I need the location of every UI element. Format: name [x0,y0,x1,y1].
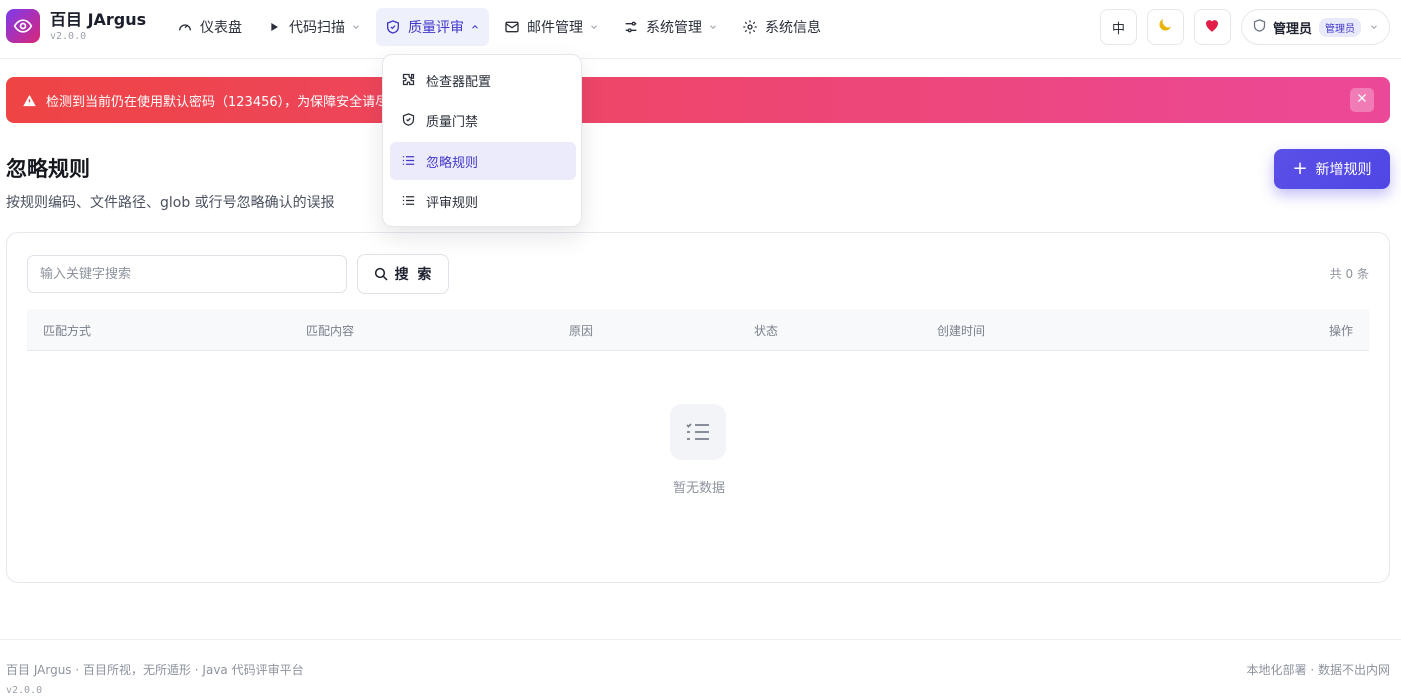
chevron-down-icon [351,22,361,32]
column-header: 操作 [1328,324,1353,338]
menu-item-label: 忽略规则 [426,155,479,171]
user-menu[interactable]: 管理员 管理员 [1240,9,1390,45]
shield-icon [401,112,417,128]
column-header: 原因 [569,324,594,338]
page-title: 忽略规则 [6,157,90,181]
nav-mail-mgmt-label: 邮件管理 [527,20,583,36]
gauge-icon [177,19,193,35]
list-icon [401,153,417,169]
footer-divider [0,639,1401,640]
heart-icon [1203,16,1221,38]
puzzle-icon [401,72,417,88]
quality-review-dropdown: 检查器配置 质量门禁 忽略规则 评审规则 [382,54,582,227]
column-header: 状态 [754,324,779,338]
column-header: 匹配方式 [43,324,92,338]
menu-item-label: 质量门禁 [426,114,479,130]
eye-logo-icon [6,9,40,43]
list-icon [401,193,417,209]
nav-quality-review-label: 质量评审 [408,20,464,36]
column-header: 匹配内容 [306,324,355,338]
nav-system-mgmt-label: 系统管理 [646,20,702,36]
footer-right-text: 本地化部署 · 数据不出内网 [1246,663,1390,677]
sliders-icon [623,19,639,35]
brand-version: v2.0.0 [50,30,87,42]
chevron-down-icon [589,22,599,32]
top-header: 百目 JArgus v2.0.0 仪表盘 代码扫描 质量评审 邮件管理 系统管理… [0,0,1401,59]
play-icon [266,19,282,35]
language-label: 中 [1111,21,1125,37]
nav-system-mgmt[interactable]: 系统管理 [614,8,727,46]
nav-quality-review[interactable]: 质量评审 [376,8,489,46]
shield-icon [385,19,401,35]
shield-icon [1252,18,1267,37]
user-name: 管理员 [1272,21,1312,37]
chevron-up-icon [470,22,480,32]
menu-item-ignore-rules[interactable]: 忽略规则 [390,142,576,180]
theme-toggle-button[interactable] [1146,9,1184,45]
gear-icon [742,19,758,35]
empty-list-icon [670,404,726,460]
menu-item-checker-config[interactable]: 检查器配置 [390,61,576,99]
alert-text: 检测到当前仍在使用默认密码（123456），为保障安全请尽 [46,94,389,110]
favorite-button[interactable] [1193,9,1231,45]
chevron-down-icon [708,22,718,32]
column-header: 创建时间 [937,324,986,338]
search-input[interactable] [27,255,347,293]
add-rule-button[interactable]: + 新增规则 [1274,149,1390,189]
nav-dashboard-label: 仪表盘 [200,20,242,36]
menu-item-review-rules[interactable]: 评审规则 [390,182,576,220]
close-icon [1356,92,1368,108]
rules-card: 搜 索 共 0 条 匹配方式 匹配内容 原因 状态 创建时间 操作 暂无数据 [6,232,1390,583]
total-count: 共 0 条 [1329,267,1369,281]
default-password-alert: 检测到当前仍在使用默认密码（123456），为保障安全请尽 [6,77,1390,123]
table-header: 匹配方式 匹配内容 原因 状态 创建时间 操作 [27,309,1369,351]
search-button-label: 搜 索 [394,267,434,283]
alert-close-button[interactable] [1350,88,1374,112]
moon-icon [1156,16,1174,38]
chevron-down-icon [1369,22,1379,32]
nav-mail-mgmt[interactable]: 邮件管理 [495,8,608,46]
nav-dashboard[interactable]: 仪表盘 [168,8,251,46]
empty-state-text: 暂无数据 [672,481,725,496]
footer-version: v2.0.0 [6,685,43,696]
nav-system-info-label: 系统信息 [765,20,821,36]
brand[interactable]: 百目 JArgus v2.0.0 [6,9,146,43]
brand-name: 百目 JArgus [50,9,147,29]
nav-code-scan-label: 代码扫描 [289,20,345,36]
menu-item-label: 检查器配置 [426,74,492,90]
mail-icon [504,19,520,35]
language-toggle-button[interactable]: 中 [1099,9,1137,45]
search-button[interactable]: 搜 索 [357,254,449,294]
header-actions: 中 管理员 管理员 [1090,9,1390,45]
plus-icon: + [1292,158,1308,179]
role-badge: 管理员 [1319,17,1361,37]
footer-left-text: 百目 JArgus · 百目所视，无所遁形 · Java 代码评审平台 [6,663,304,677]
menu-item-quality-gate[interactable]: 质量门禁 [390,101,576,139]
nav-code-scan[interactable]: 代码扫描 [257,8,370,46]
add-rule-label: 新增规则 [1315,162,1372,178]
main-nav: 仪表盘 代码扫描 质量评审 邮件管理 系统管理 系统信息 [168,8,836,46]
warning-icon [22,93,37,108]
menu-item-label: 评审规则 [426,195,479,211]
page-subtitle: 按规则编码、文件路径、glob 或行号忽略确认的误报 [6,195,335,211]
search-icon [373,266,389,282]
nav-system-info[interactable]: 系统信息 [733,8,830,46]
